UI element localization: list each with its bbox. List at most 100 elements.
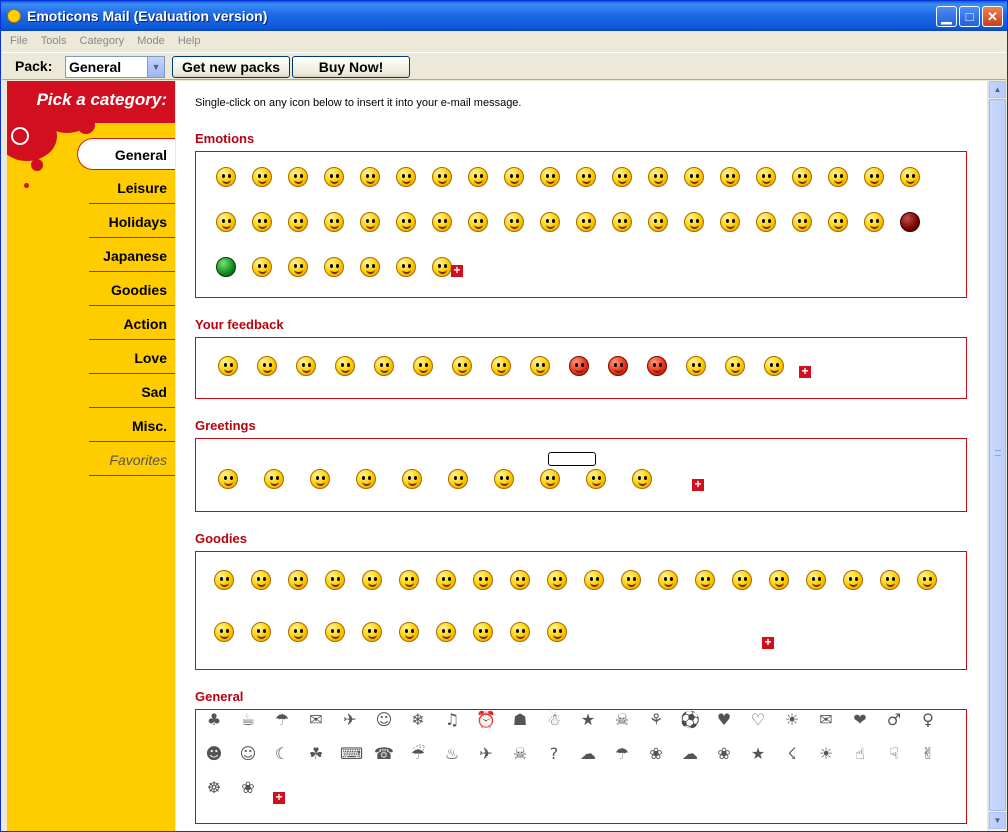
smiley-emoticon-icon[interactable] <box>843 570 863 590</box>
smiley-emoticon-icon[interactable] <box>436 622 456 642</box>
smiley-emoticon-icon[interactable] <box>612 167 632 187</box>
smiley-emoticon-icon[interactable] <box>648 212 668 232</box>
smiley-emoticon-icon[interactable] <box>504 212 524 232</box>
smiley-emoticon-icon[interactable] <box>510 622 530 642</box>
smiley-emoticon-icon[interactable] <box>864 212 884 232</box>
general-emoticon-icon[interactable]: ★ <box>748 744 768 764</box>
general-emoticon-icon[interactable]: ? <box>544 744 564 764</box>
smiley-emoticon-icon[interactable] <box>432 257 452 277</box>
smiley-emoticon-icon[interactable] <box>540 167 560 187</box>
vertical-scrollbar[interactable]: ▲ ▼ <box>988 81 1006 831</box>
smiley-emoticon-icon[interactable] <box>547 622 567 642</box>
smiley-emoticon-icon[interactable] <box>324 257 344 277</box>
smiley-emoticon-icon[interactable] <box>468 212 488 232</box>
category-goodies[interactable]: Goodies <box>89 274 175 306</box>
scroll-up-arrow-icon[interactable]: ▲ <box>989 81 1006 98</box>
smiley-emoticon-icon[interactable] <box>769 570 789 590</box>
general-emoticon-icon[interactable]: ☀ <box>816 744 836 764</box>
smiley-emoticon-icon[interactable] <box>510 570 530 590</box>
smiley-emoticon-icon[interactable] <box>399 622 419 642</box>
smiley-emoticon-icon[interactable] <box>324 167 344 187</box>
general-emoticon-icon[interactable]: ♫ <box>442 710 462 730</box>
general-emoticon-icon[interactable]: ❀ <box>714 744 734 764</box>
buy-now-button[interactable]: Buy Now! <box>292 56 410 78</box>
general-emoticon-icon[interactable]: ♀ <box>918 710 938 730</box>
general-emoticon-icon[interactable]: ☁ <box>578 744 598 764</box>
smiley-emoticon-icon[interactable] <box>576 167 596 187</box>
general-emoticon-icon[interactable]: ☺ <box>238 744 258 764</box>
smiley-emoticon-icon[interactable] <box>362 570 382 590</box>
smiley-emoticon-icon[interactable] <box>917 570 937 590</box>
general-emoticon-icon[interactable]: ☇ <box>782 744 802 764</box>
smiley-emoticon-icon[interactable] <box>491 356 511 376</box>
general-emoticon-icon[interactable]: ☘ <box>306 744 326 764</box>
general-emoticon-icon[interactable]: ♨ <box>442 744 462 764</box>
smiley-emoticon-icon[interactable] <box>806 570 826 590</box>
menu-help[interactable]: Help <box>178 35 201 47</box>
smiley-emoticon-icon[interactable] <box>218 469 238 489</box>
smiley-emoticon-icon[interactable] <box>684 167 704 187</box>
smiley-emoticon-icon[interactable] <box>252 167 272 187</box>
smiley-emoticon-icon[interactable] <box>576 212 596 232</box>
general-emoticon-icon[interactable]: ☂ <box>272 710 292 730</box>
smiley-emoticon-icon[interactable] <box>756 167 776 187</box>
general-emoticon-icon[interactable]: ✈ <box>476 744 496 764</box>
smiley-emoticon-icon[interactable] <box>218 356 238 376</box>
general-emoticon-icon[interactable]: ♣ <box>204 710 224 730</box>
show-more-plus-icon[interactable]: + <box>799 365 811 378</box>
smiley-emoticon-icon[interactable] <box>621 570 641 590</box>
smiley-emoticon-icon[interactable] <box>374 356 394 376</box>
smiley-emoticon-icon[interactable] <box>586 469 606 489</box>
smiley-emoticon-icon[interactable] <box>216 212 236 232</box>
smiley-emoticon-icon[interactable] <box>399 570 419 590</box>
smiley-emoticon-icon[interactable] <box>686 356 706 376</box>
smiley-emoticon-icon[interactable] <box>584 570 604 590</box>
smiley-emoticon-icon[interactable] <box>360 212 380 232</box>
smiley-emoticon-icon[interactable] <box>473 570 493 590</box>
smiley-emoticon-icon[interactable] <box>720 167 740 187</box>
smiley-emoticon-icon[interactable] <box>569 356 589 376</box>
smiley-emoticon-icon[interactable] <box>792 167 812 187</box>
smiley-emoticon-icon[interactable] <box>658 570 678 590</box>
category-favorites[interactable]: Favorites <box>89 444 175 476</box>
smiley-emoticon-icon[interactable] <box>252 257 272 277</box>
general-emoticon-icon[interactable]: ☗ <box>510 710 530 730</box>
menu-file[interactable]: File <box>10 35 28 47</box>
smiley-emoticon-icon[interactable] <box>530 356 550 376</box>
show-more-plus-icon[interactable]: + <box>273 791 285 804</box>
general-emoticon-icon[interactable]: ✈ <box>340 710 360 730</box>
smiley-emoticon-icon[interactable] <box>413 356 433 376</box>
smiley-emoticon-icon[interactable] <box>684 212 704 232</box>
general-emoticon-icon[interactable]: ☔ <box>408 744 428 764</box>
smiley-emoticon-icon[interactable] <box>288 257 308 277</box>
general-emoticon-icon[interactable]: ❄ <box>408 710 428 730</box>
smiley-emoticon-icon[interactable] <box>251 622 271 642</box>
general-emoticon-icon[interactable]: ⏰ <box>476 710 496 730</box>
smiley-emoticon-icon[interactable] <box>325 570 345 590</box>
smiley-emoticon-icon[interactable] <box>864 167 884 187</box>
category-japanese[interactable]: Japanese <box>89 240 175 272</box>
general-emoticon-icon[interactable]: ☀ <box>782 710 802 730</box>
smiley-emoticon-icon[interactable] <box>648 167 668 187</box>
general-emoticon-icon[interactable]: ☠ <box>612 710 632 730</box>
category-action[interactable]: Action <box>89 308 175 340</box>
general-emoticon-icon[interactable]: ✉ <box>306 710 326 730</box>
smiley-emoticon-icon[interactable] <box>360 257 380 277</box>
smiley-emoticon-icon[interactable] <box>756 212 776 232</box>
general-emoticon-icon[interactable]: ❀ <box>646 744 666 764</box>
chevron-down-icon[interactable]: ▼ <box>147 57 164 77</box>
general-emoticon-icon[interactable]: ★ <box>578 710 598 730</box>
smiley-emoticon-icon[interactable] <box>362 622 382 642</box>
smiley-emoticon-icon[interactable] <box>396 212 416 232</box>
category-sad[interactable]: Sad <box>89 376 175 408</box>
smiley-emoticon-icon[interactable] <box>288 212 308 232</box>
smiley-emoticon-icon[interactable] <box>632 469 652 489</box>
smiley-emoticon-icon[interactable] <box>335 356 355 376</box>
minimize-button[interactable]: ▁ <box>936 6 957 27</box>
pack-select[interactable]: General ▼ <box>65 56 165 78</box>
smiley-emoticon-icon[interactable] <box>214 570 234 590</box>
smiley-emoticon-icon[interactable] <box>547 570 567 590</box>
smiley-emoticon-icon[interactable] <box>647 356 667 376</box>
smiley-emoticon-icon[interactable] <box>216 167 236 187</box>
maximize-button[interactable]: □ <box>959 6 980 27</box>
